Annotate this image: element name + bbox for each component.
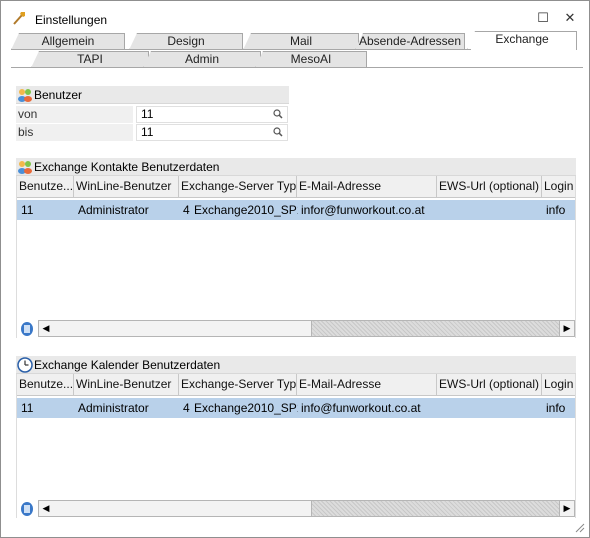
magnifier-icon[interactable] — [273, 109, 283, 119]
settings-wand-icon — [13, 12, 25, 25]
cell-winline: Administrator — [78, 203, 149, 217]
column-header-benutzer[interactable]: Benutze... — [17, 176, 74, 198]
tab-row1-divider — [11, 49, 471, 50]
von-row: von 11 — [16, 106, 289, 123]
column-header-login[interactable]: Login — [542, 176, 577, 198]
cell-benutzer: 11 — [21, 401, 34, 415]
tab-mail[interactable]: Mail — [243, 33, 359, 50]
maximize-button[interactable]: ☐ — [533, 9, 553, 29]
scroll-left-arrow[interactable]: ◀ — [39, 501, 54, 516]
contacts-grid-header: Benutze... WinLine-Benutzer Exchange-Ser… — [17, 176, 575, 198]
bis-row: bis 11 — [16, 124, 289, 141]
tab-exchange[interactable]: Exchange — [467, 31, 577, 50]
calendar-section-title: Exchange Kalender Benutzerdaten — [34, 358, 221, 372]
tab-design[interactable]: Design — [129, 33, 243, 50]
users-icon — [18, 89, 32, 102]
bis-field[interactable]: 11 — [136, 124, 288, 141]
scroll-left-arrow[interactable]: ◀ — [39, 321, 54, 336]
column-header-ews-url[interactable]: EWS-Url (optional) — [437, 374, 542, 396]
column-header-email[interactable]: E-Mail-Adresse — [297, 176, 437, 198]
contacts-section-header: Exchange Kontakte Benutzerdaten — [16, 158, 576, 176]
column-header-winline[interactable]: WinLine-Benutzer — [74, 374, 179, 396]
bis-label: bis — [16, 124, 133, 141]
scroll-thumb[interactable] — [53, 501, 312, 516]
title-bar: Einstellungen ☐ ✕ — [1, 1, 589, 35]
scroll-track[interactable]: ◀ ▶ — [38, 320, 575, 337]
tab-absende-adressen[interactable]: Absende-Adressen — [355, 33, 465, 50]
contacts-section-title: Exchange Kontakte Benutzerdaten — [34, 160, 220, 174]
tab-admin[interactable]: Admin — [143, 51, 261, 68]
grid-options-icon[interactable] — [19, 500, 35, 517]
tab-strip-divider — [11, 67, 583, 68]
column-header-email[interactable]: E-Mail-Adresse — [297, 374, 437, 396]
calendar-section-header: Exchange Kalender Benutzerdaten — [16, 356, 576, 374]
tab-tapi[interactable]: TAPI — [31, 51, 149, 68]
tab-mesoai[interactable]: MesoAI — [255, 51, 367, 68]
bis-value: 11 — [141, 125, 154, 139]
close-button[interactable]: ✕ — [560, 9, 580, 29]
calendar-grid-header: Benutze... WinLine-Benutzer Exchange-Ser… — [17, 374, 575, 396]
settings-window: Einstellungen ☐ ✕ Allgemein Design Mail … — [0, 0, 590, 538]
benutzer-section-header: Benutzer — [16, 86, 289, 104]
von-label: von — [16, 106, 133, 123]
benutzer-section-title: Benutzer — [34, 88, 83, 102]
resize-grip-icon[interactable] — [573, 521, 585, 533]
grid-options-icon[interactable] — [19, 320, 35, 337]
table-row[interactable]: 11 Administrator 4 Exchange2010_SP1 info… — [17, 200, 575, 220]
column-header-ews-url[interactable]: EWS-Url (optional) — [437, 176, 542, 198]
cell-login: info — [546, 401, 566, 415]
calendar-grid: Benutze... WinLine-Benutzer Exchange-Ser… — [16, 374, 576, 518]
table-row[interactable]: 11 Administrator 4 Exchange2010_SP1 info… — [17, 398, 575, 418]
column-header-server-typ[interactable]: Exchange-Server Typ — [179, 176, 297, 198]
scroll-right-arrow[interactable]: ▶ — [559, 321, 574, 336]
column-header-benutzer[interactable]: Benutze... — [17, 374, 74, 396]
column-header-server-typ[interactable]: Exchange-Server Typ — [179, 374, 297, 396]
cell-email: infor@funworkout.co.at — [301, 203, 425, 217]
users-icon — [18, 161, 32, 174]
von-value: 11 — [141, 107, 154, 121]
contacts-grid: Benutze... WinLine-Benutzer Exchange-Ser… — [16, 176, 576, 338]
scroll-track[interactable]: ◀ ▶ — [38, 500, 575, 517]
cell-email: info@funworkout.co.at — [301, 401, 421, 415]
scroll-thumb[interactable] — [53, 321, 312, 336]
cell-winline: Administrator — [78, 401, 149, 415]
window-title: Einstellungen — [35, 13, 108, 27]
contacts-hscrollbar[interactable]: ◀ ▶ — [17, 320, 575, 337]
cell-server-typ: Exchange2010_SP1 — [194, 401, 298, 415]
magnifier-icon[interactable] — [273, 127, 283, 137]
von-field[interactable]: 11 — [136, 106, 288, 123]
cell-ews-url — [437, 398, 542, 418]
column-header-winline[interactable]: WinLine-Benutzer — [74, 176, 179, 198]
cell-server-typ: Exchange2010_SP1 — [194, 203, 298, 217]
scroll-right-arrow[interactable]: ▶ — [559, 501, 574, 516]
cell-benutzer: 11 — [21, 203, 34, 217]
calendar-hscrollbar[interactable]: ◀ ▶ — [17, 500, 575, 517]
column-header-login[interactable]: Login — [542, 374, 577, 396]
cell-login: info — [546, 203, 566, 217]
cell-ews-url — [437, 200, 542, 220]
clock-icon — [17, 357, 33, 373]
tab-allgemein[interactable]: Allgemein — [11, 33, 125, 50]
